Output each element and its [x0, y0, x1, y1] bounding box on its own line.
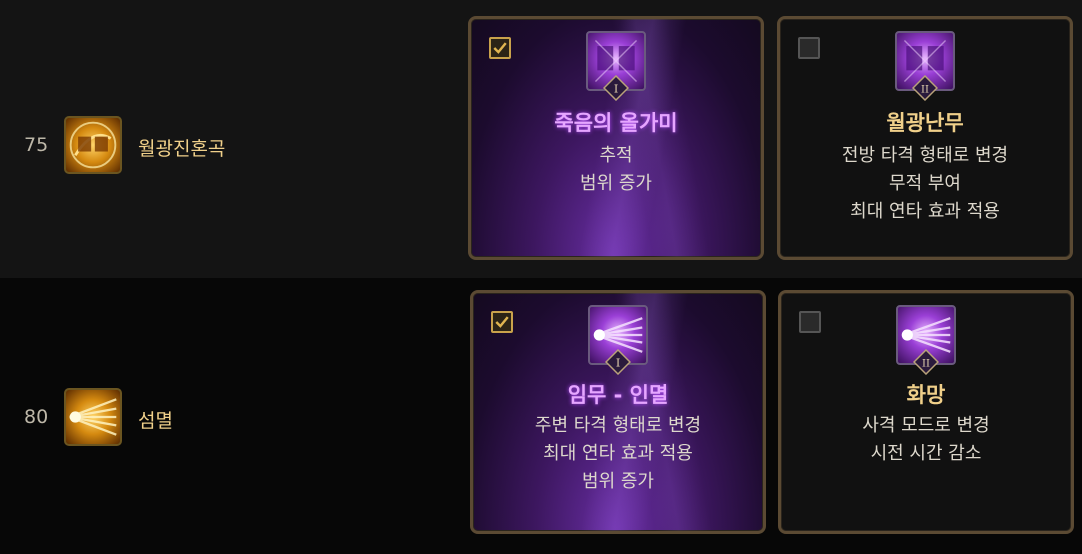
- tripod-option-mission-obliteration[interactable]: I 임무 - 인멸 주변 타격 형태로 변경 최대 연타 효과 적용 범위 증가: [470, 290, 766, 534]
- option-title: 화망: [906, 383, 946, 407]
- option-effect: 시전 시간 감소: [870, 443, 982, 464]
- roman-numeral-badge: II: [913, 349, 939, 375]
- svg-text:II: II: [921, 85, 929, 96]
- tripod-option-moonlight-dance[interactable]: II 월광난무 전방 타격 형태로 변경 무적 부여 최대 연타 효과 적용: [777, 16, 1073, 260]
- option-effect: 범위 증가: [582, 471, 654, 492]
- skill-level: 75: [24, 134, 49, 156]
- roman-numeral-badge: I: [603, 75, 629, 101]
- roman-numeral-badge: II: [912, 75, 938, 101]
- checkbox-checked[interactable]: [491, 311, 513, 333]
- checkbox-unchecked[interactable]: [798, 37, 820, 59]
- option-effect: 범위 증가: [580, 173, 652, 194]
- option-title: 임무 - 인멸: [567, 383, 669, 407]
- skill-name: 월광진혼곡: [138, 138, 226, 160]
- svg-text:I: I: [614, 83, 618, 96]
- option-effect: 주변 타격 형태로 변경: [534, 415, 702, 436]
- skill-name: 섬멸: [138, 410, 173, 432]
- tripod-option-death-snare[interactable]: I 죽음의 올가미 추적 범위 증가: [468, 16, 764, 260]
- option-effect: 최대 연타 효과 적용: [543, 443, 693, 464]
- option-title: 월광난무: [886, 111, 964, 135]
- annihilation-icon: [64, 388, 122, 446]
- option-effect: 전방 타격 형태로 변경: [841, 145, 1009, 166]
- option-effect: 무적 부여: [889, 173, 961, 194]
- roman-numeral-badge: I: [605, 349, 631, 375]
- checkbox-unchecked[interactable]: [799, 311, 821, 333]
- svg-text:I: I: [616, 357, 620, 370]
- skill-row-75: 75 월광진혼곡 I 죽음의 올가미 추적 범위 증가 II 월광난무 전방 타…: [0, 0, 1082, 278]
- svg-text:II: II: [922, 359, 930, 370]
- option-title: 죽음의 올가미: [554, 111, 678, 135]
- option-effect: 추적: [599, 145, 633, 166]
- tripod-option-fire-net[interactable]: II 화망 사격 모드로 변경 시전 시간 감소: [778, 290, 1074, 534]
- checkbox-checked[interactable]: [489, 37, 511, 59]
- option-effect: 최대 연타 효과 적용: [850, 201, 1000, 222]
- option-effect: 사격 모드로 변경: [862, 415, 990, 436]
- moon-requiem-icon: [64, 116, 122, 174]
- skill-row-80: 80 섬멸 I 임무 - 인멸 주변 타격 형태로 변경 최대 연타 효과 적용…: [0, 278, 1082, 554]
- skill-level: 80: [24, 406, 49, 428]
